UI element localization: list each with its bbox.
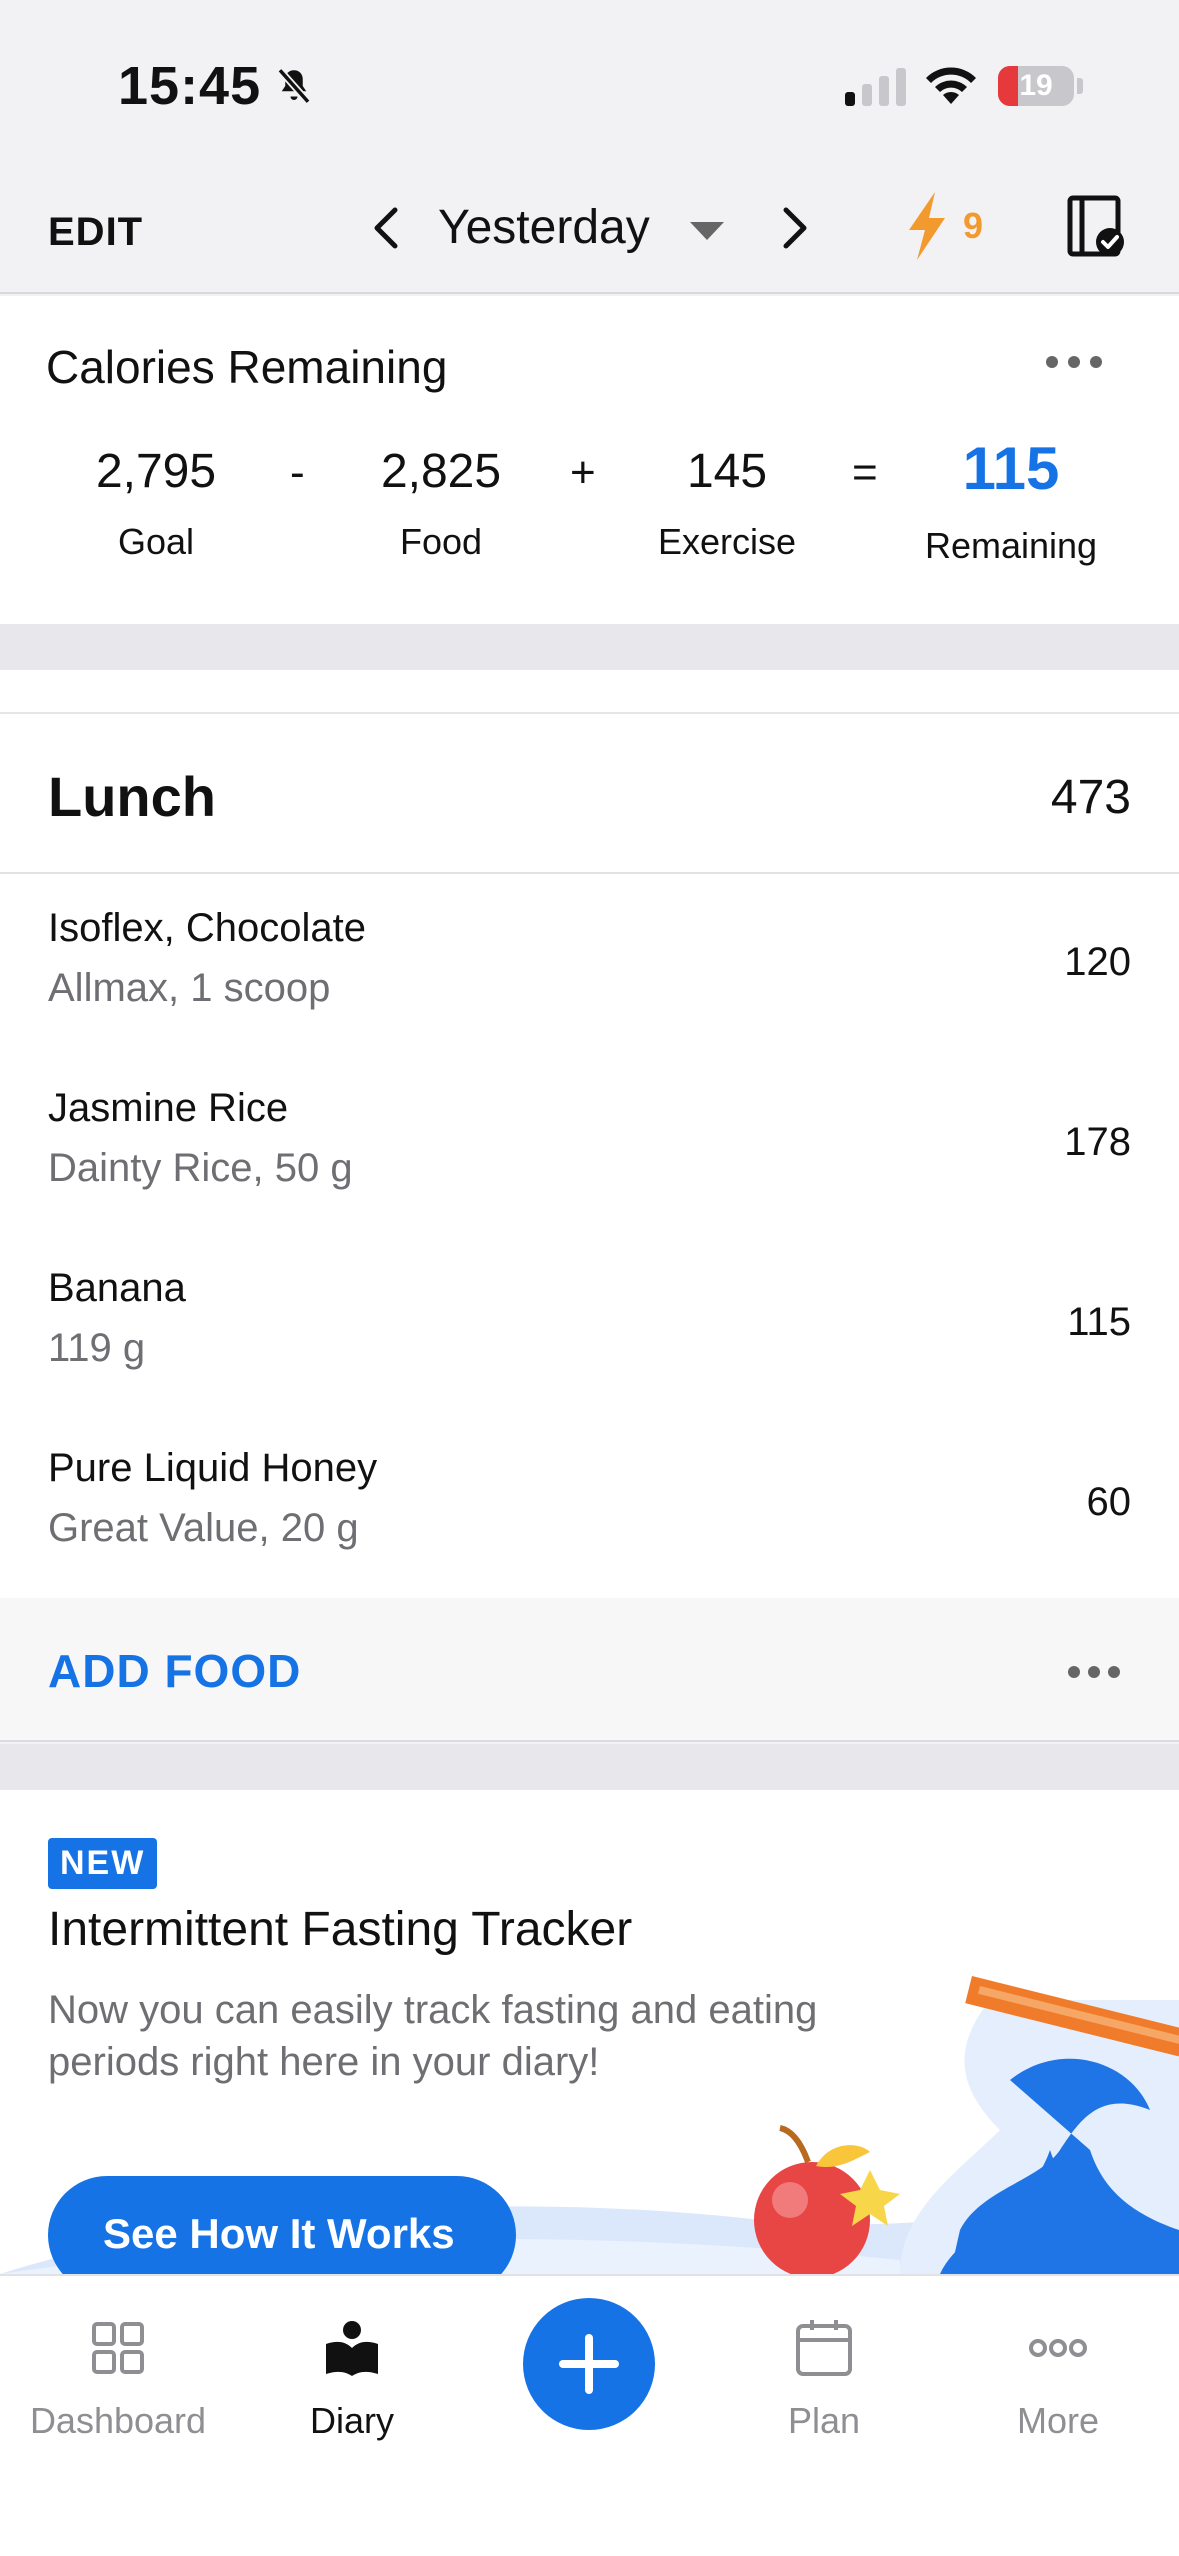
add-food-button[interactable]: ADD FOOD: [48, 1644, 301, 1698]
diary-header: EDIT Yesterday 9: [0, 170, 1179, 294]
remaining-label: Remaining: [924, 525, 1098, 566]
remaining-column: 115 Remaining: [918, 435, 1104, 567]
food-calories: 178: [1064, 1120, 1131, 1164]
tab-diary[interactable]: Diary: [242, 2316, 462, 2442]
tab-label: More: [1016, 2400, 1100, 2441]
status-time: 15:45: [118, 56, 262, 116]
meal-more-icon[interactable]: [1068, 1666, 1120, 1678]
food-name: Banana: [48, 1266, 186, 1310]
tab-label: Dashboard: [29, 2400, 207, 2441]
caret-down-icon[interactable]: [690, 222, 724, 240]
quick-add-button[interactable]: [523, 2298, 655, 2430]
fasting-promo-card: NEW Intermittent Fasting Tracker Now you…: [0, 1790, 1179, 2274]
tab-more[interactable]: More: [948, 2316, 1168, 2442]
food-label: Food: [399, 521, 483, 562]
exercise-column: 145 Exercise: [646, 444, 808, 563]
tab-label: Diary: [309, 2400, 394, 2441]
chevron-left-icon[interactable]: [365, 200, 405, 256]
streak-count: 9: [963, 205, 984, 246]
remaining-value: 115: [962, 435, 1060, 502]
status-time-wrap: 15:45: [118, 55, 315, 117]
battery-level: 19: [1019, 69, 1053, 102]
food-detail: Allmax, 1 scoop: [48, 966, 331, 1010]
calories-title: Calories Remaining: [46, 341, 448, 393]
food-detail: 119 g: [48, 1326, 146, 1370]
meal-header[interactable]: Lunch 473: [0, 714, 1179, 874]
food-entry[interactable]: Pure Liquid Honey Great Value, 20 g 60: [0, 1416, 1179, 1596]
calories-more-icon[interactable]: [1046, 356, 1102, 368]
food-name: Isoflex, Chocolate: [48, 906, 366, 950]
see-how-it-works-button[interactable]: See How It Works: [48, 2176, 516, 2274]
calories-remaining-card[interactable]: Calories Remaining 2,795 Goal - 2,825 Fo…: [0, 296, 1179, 624]
food-name: Pure Liquid Honey: [48, 1446, 378, 1490]
food-calories: 60: [1086, 1480, 1132, 1524]
food-entry[interactable]: Banana 119 g 115: [0, 1236, 1179, 1416]
equals-operator: =: [852, 448, 878, 497]
meal-name: Lunch: [48, 765, 216, 828]
diary-complete-icon[interactable]: [1064, 194, 1128, 258]
food-detail: Great Value, 20 g: [48, 1506, 359, 1550]
goal-label: Goal: [117, 521, 195, 562]
goal-value: 2,795: [95, 445, 217, 498]
streak-badge[interactable]: 9: [905, 190, 983, 262]
section-divider: [0, 624, 1179, 670]
food-value: 2,825: [380, 445, 502, 498]
exercise-value: 145: [686, 445, 768, 498]
plus-icon: [559, 2334, 619, 2394]
promo-description: Now you can easily track fasting and eat…: [48, 1988, 818, 2084]
food-calories: 115: [1067, 1300, 1131, 1344]
food-entry[interactable]: Jasmine Rice Dainty Rice, 50 g 178: [0, 1056, 1179, 1236]
tab-plan[interactable]: Plan: [714, 2316, 934, 2442]
goal-column: 2,795 Goal: [86, 444, 226, 563]
tab-dashboard[interactable]: Dashboard: [8, 2316, 228, 2442]
food-detail: Dainty Rice, 50 g: [48, 1146, 353, 1190]
lightning-bolt-icon: [909, 192, 945, 260]
add-food-row: ADD FOOD: [0, 1598, 1179, 1742]
new-badge: NEW: [48, 1838, 158, 1889]
plus-operator: +: [570, 448, 596, 497]
wifi-icon: [926, 67, 976, 104]
dashboard-grid-icon: [92, 2322, 144, 2374]
promo-title: Intermittent Fasting Tracker: [48, 1903, 633, 1956]
minus-operator: -: [290, 448, 305, 497]
food-calories: 120: [1064, 940, 1131, 984]
diary-book-icon: [326, 2321, 378, 2376]
food-column: 2,825 Food: [370, 444, 512, 563]
edit-button[interactable]: EDIT: [48, 210, 143, 255]
section-divider: [0, 1744, 1179, 1790]
exercise-label: Exercise: [657, 521, 797, 562]
chevron-right-icon[interactable]: [776, 200, 816, 256]
tab-label: Plan: [787, 2400, 861, 2441]
calendar-icon: [796, 2320, 852, 2376]
cellular-signal-icon: [845, 68, 906, 106]
food-name: Jasmine Rice: [48, 1086, 289, 1130]
more-dots-icon: [1029, 2339, 1087, 2357]
battery-icon: 19: [998, 66, 1074, 106]
food-entry[interactable]: Isoflex, Chocolate Allmax, 1 scoop 120: [0, 876, 1179, 1056]
bell-muted-icon: [277, 67, 311, 105]
date-selector[interactable]: Yesterday: [438, 200, 650, 255]
status-bar: 15:45 19: [0, 0, 1179, 170]
battery-tip: [1077, 78, 1083, 94]
meal-total-calories: 473: [1050, 771, 1131, 824]
lunch-section: Lunch 473 Isoflex, Chocolate Allmax, 1 s…: [0, 670, 1179, 1598]
bottom-tab-bar: Dashboard Diary Plan More: [0, 2274, 1179, 2556]
